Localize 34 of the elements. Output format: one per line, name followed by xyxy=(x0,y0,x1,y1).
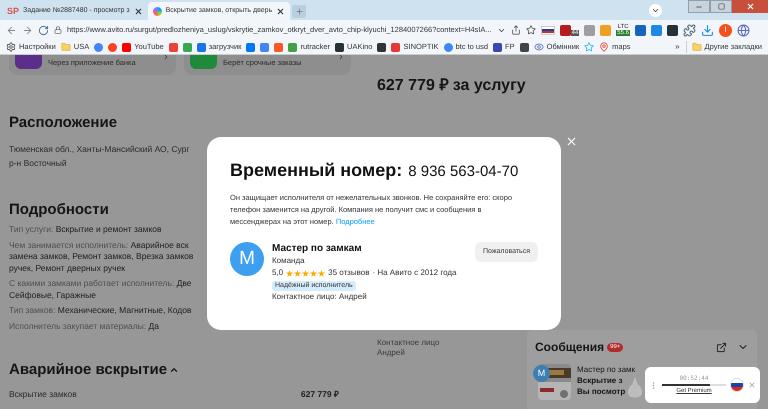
chat-text: Мастер по замк xyxy=(577,364,636,375)
more-bookmarks[interactable]: » xyxy=(675,41,687,53)
seller-since: · На Авито с 2012 года xyxy=(372,267,456,279)
seller-avatar: M xyxy=(230,242,264,276)
reviews-link[interactable]: 35 отзывов xyxy=(328,267,370,279)
dialog-title: Временный номер: xyxy=(230,159,402,182)
section-heading: Подробности xyxy=(9,202,109,217)
messages-title: Сообщения xyxy=(535,339,604,356)
chat-text: Вы посмотр xyxy=(577,386,626,397)
section-heading: Аварийное вскрытие xyxy=(9,362,168,377)
detail-line: Тип замков: Механические, Магнитные, Кодов xyxy=(9,305,192,316)
tab-favicon: SP xyxy=(7,6,20,16)
detail-line: Чем занимается исполнитель: Аварийное вск xyxy=(9,240,189,251)
rating-value: 5,0 xyxy=(272,267,284,279)
section-heading: Расположение xyxy=(9,115,118,130)
contact-label: Контактное лицо xyxy=(377,338,440,348)
detail-line: Сейфовые, Гаражные xyxy=(9,290,96,301)
address-text: Тюменская обл., Ханты-Мансийский АО, Сург xyxy=(9,143,190,155)
seller-type: Команда xyxy=(272,255,306,267)
detail-line: Тип услуги: Вскрытие и ремонт замков xyxy=(9,224,162,236)
price: 627 779 ₽ за услугу xyxy=(377,76,527,96)
chat-avatar: M xyxy=(533,365,550,382)
service-price: 627 779 ₽ xyxy=(300,388,339,401)
service-name: Вскрытие замков xyxy=(9,388,77,401)
detail-line: Исполнитель закупает материалы: Да xyxy=(9,320,160,332)
contact-name: Андрей xyxy=(377,348,405,358)
phone-number: 8 936 563-04-70 xyxy=(408,162,518,182)
chat-text: Вскрытие з xyxy=(577,375,624,386)
contact-person: Контактное лицо: Андрей xyxy=(272,291,368,303)
seller-name[interactable]: Мастер по замкам xyxy=(272,242,467,255)
detail-line: С какими замками работает исполнитель: Две xyxy=(9,278,192,290)
detail-line: ручек, Ремонт дверных ручек xyxy=(9,262,126,274)
detail-line: замена замков, Ремонт замков, Врезка замков xyxy=(9,251,194,262)
address-text: р-н Восточный xyxy=(9,157,67,169)
